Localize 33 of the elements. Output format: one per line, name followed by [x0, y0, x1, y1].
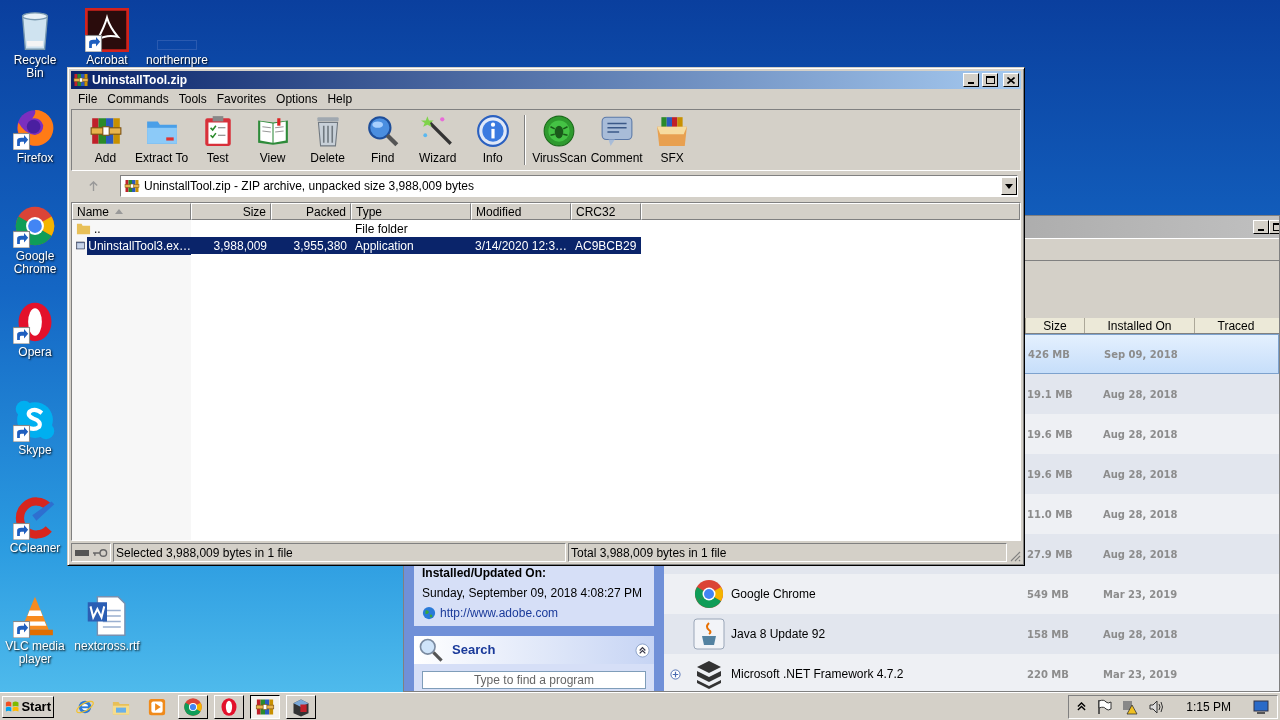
program-size: 220 MB	[1026, 667, 1070, 682]
status-text: Total 3,988,009 bytes in 1 file	[568, 543, 1007, 562]
install-date: Aug 28, 2018	[1102, 467, 1179, 482]
program-size: 19.1 MB	[1026, 387, 1074, 402]
window-title: UninstallTool.zip	[92, 72, 189, 89]
program-name: Microsoft .NET Framework 4.7.2	[731, 666, 904, 683]
program-size: 11.0 MB	[1026, 507, 1074, 522]
install-date: Mar 23, 2019	[1102, 587, 1179, 602]
install-date: Sep 09, 2018	[1103, 347, 1179, 362]
program-size: 426 MB	[1027, 347, 1071, 362]
table-cell-text: File folder	[354, 221, 409, 237]
install-date: Mar 23, 2019	[1102, 667, 1179, 682]
details-heading: Installed/Updated On:	[422, 566, 547, 580]
install-date: Aug 28, 2018	[1102, 427, 1179, 442]
table-cell: 3/14/2020 12:3…	[471, 237, 571, 254]
program-size: 19.6 MB	[1026, 427, 1074, 442]
install-date: Sunday, September 09, 2018 4:08:27 PM	[422, 586, 643, 600]
program-name: Java 8 Update 92	[731, 626, 826, 643]
install-date: Aug 28, 2018	[1102, 387, 1179, 402]
program-size: 19.6 MB	[1026, 467, 1074, 482]
install-date: Aug 28, 2018	[1102, 507, 1179, 522]
search-title: Search	[452, 641, 497, 660]
table-cell: 3,988,009	[191, 237, 271, 254]
program-name: Google Chrome	[731, 586, 816, 603]
program-size: 549 MB	[1026, 587, 1070, 602]
table-cell: Application	[351, 237, 471, 254]
status-text: Selected 3,988,009 bytes in 1 file	[113, 543, 566, 562]
table-cell: 3,955,380	[271, 237, 351, 254]
program-size: 27.9 MB	[1026, 547, 1074, 562]
install-date: Aug 28, 2018	[1102, 627, 1179, 642]
program-size: 158 MB	[1026, 627, 1070, 642]
table-cell: AC9BCB29	[571, 237, 641, 254]
install-date: Aug 28, 2018	[1102, 547, 1179, 562]
